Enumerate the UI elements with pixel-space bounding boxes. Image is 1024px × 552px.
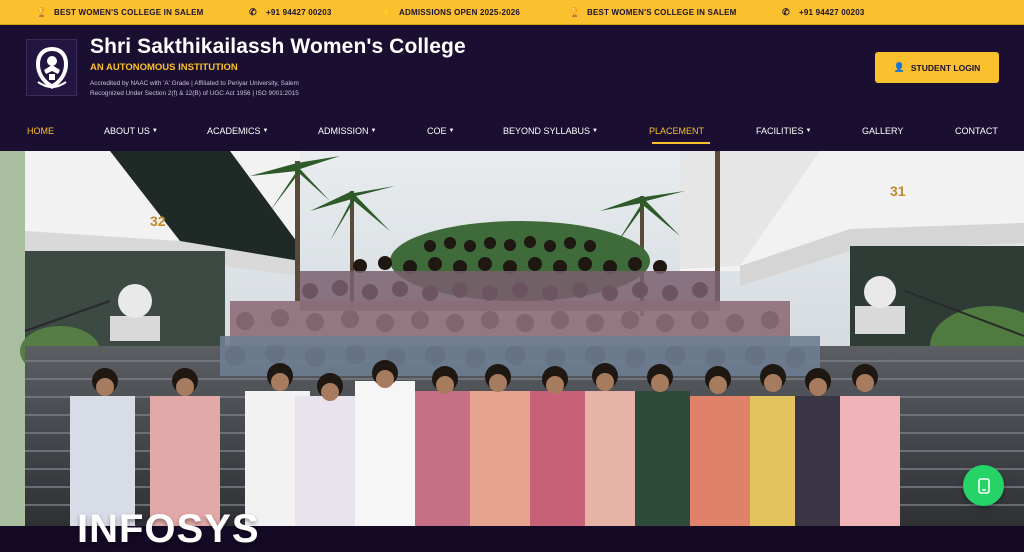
caret-down-icon: ▼	[262, 128, 269, 134]
college-logo[interactable]	[26, 39, 77, 96]
trophy-icon: 🏆	[36, 7, 48, 17]
active-nav-indicator	[652, 142, 710, 144]
college-tagline: AN AUTONOMOUS INSTITUTION	[90, 62, 238, 73]
lightning-icon: ⚡	[381, 7, 393, 17]
hero-group-photo: 32 31	[0, 151, 1024, 526]
trophy-icon: 🏆	[569, 7, 581, 17]
nav-academics[interactable]: ACADEMICS ▼	[207, 115, 268, 147]
nav-label: ADMISSION	[318, 126, 369, 136]
nav-contact[interactable]: CONTACT	[955, 115, 998, 147]
ticker-text: +91 94427 00203	[799, 8, 865, 17]
ticker-text: BEST WOMEN'S COLLEGE IN SALEM	[587, 8, 737, 17]
college-name[interactable]: Shri Sakthikailassh Women's College	[90, 35, 466, 59]
accreditation-line: Recognized Under Section 2(f) & 12(B) of…	[90, 90, 299, 97]
nav-gallery[interactable]: GALLERY	[862, 115, 903, 147]
phone-icon: ✆	[249, 7, 257, 17]
emblem-icon	[35, 46, 68, 89]
accreditation-line: Accredited by NAAC with 'A' Grade | Affi…	[90, 80, 299, 87]
main-navigation: HOME ABOUT US ▼ ACADEMICS ▼ ADMISSION ▼ COE…	[0, 115, 1024, 151]
student-login-label: STUDENT LOGIN	[910, 62, 981, 73]
ticker-text: +91 94427 00203	[266, 8, 332, 17]
nav-label: BEYOND SYLLABUS	[503, 126, 591, 136]
whatsapp-icon	[977, 477, 990, 494]
accreditation-info: Accredited by NAAC with 'A' Grade | Affi…	[90, 79, 299, 99]
caret-down-icon: ▼	[805, 128, 812, 134]
nav-label: ABOUT US	[104, 126, 150, 136]
ticker-item: 🏆 BEST WOMEN'S COLLEGE IN SALEM	[36, 0, 203, 25]
nav-label: COE	[427, 126, 447, 136]
ticker-item: 🏆 BEST WOMEN'S COLLEGE IN SALEM	[569, 0, 736, 25]
hero-slider: 32 31	[0, 151, 1024, 526]
nav-label: ACADEMICS	[207, 126, 261, 136]
nav-label: CONTACT	[955, 126, 998, 136]
building-number: 31	[890, 183, 906, 199]
building-number: 32	[150, 213, 166, 229]
nav-label: GALLERY	[862, 126, 904, 136]
ticker-item: ✆ +91 94427 00203	[248, 0, 332, 25]
nav-label: HOME	[27, 126, 54, 136]
announcement-ticker: 🏆 BEST WOMEN'S COLLEGE IN SALEM ✆ +91 94…	[0, 0, 1024, 25]
nav-facilities[interactable]: FACILITIES ▼	[756, 115, 811, 147]
caret-down-icon: ▼	[448, 128, 455, 134]
student-icon: 👤	[893, 62, 905, 72]
nav-label: PLACEMENT	[649, 126, 705, 136]
ticker-item: ✆ +91 94427 00203	[781, 0, 865, 25]
ticker-item: ⚡ ADMISSIONS OPEN 2025-2026	[381, 0, 520, 25]
caret-down-icon: ▼	[592, 128, 598, 134]
whatsapp-button[interactable]	[963, 465, 1004, 506]
nav-beyond-syllabus[interactable]: BEYOND SYLLABUS ▼	[503, 115, 598, 147]
nav-coe[interactable]: COE ▼	[427, 115, 454, 147]
caret-down-icon: ▼	[370, 128, 377, 134]
student-login-button[interactable]: 👤 STUDENT LOGIN	[875, 52, 999, 83]
ticker-text: ADMISSIONS OPEN 2025-2026	[399, 8, 521, 17]
nav-admission[interactable]: ADMISSION ▼	[318, 115, 376, 147]
phone-icon: ✆	[782, 7, 790, 17]
nav-about-us[interactable]: ABOUT US ▼	[104, 115, 158, 147]
ticker-text: BEST WOMEN'S COLLEGE IN SALEM	[54, 8, 204, 17]
nav-home[interactable]: HOME	[27, 115, 54, 147]
hero-caption: INFOSYS	[77, 507, 260, 551]
caret-down-icon: ▼	[151, 128, 158, 134]
nav-label: FACILITIES	[756, 126, 804, 136]
